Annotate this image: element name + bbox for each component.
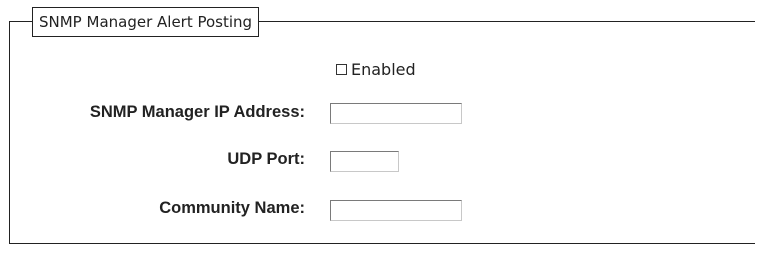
- fieldset-legend: SNMP Manager Alert Posting: [32, 7, 260, 37]
- community-name-input[interactable]: [330, 200, 462, 221]
- enabled-checkbox[interactable]: [336, 64, 347, 75]
- community-name-label: Community Name:: [159, 199, 305, 217]
- enabled-option[interactable]: Enabled: [336, 58, 416, 80]
- udp-port-label: UDP Port:: [227, 150, 305, 168]
- udp-port-input[interactable]: [330, 151, 399, 172]
- enabled-label: Enabled: [351, 59, 416, 79]
- ip-address-label: SNMP Manager IP Address:: [89, 103, 305, 121]
- ip-address-input[interactable]: [330, 103, 462, 124]
